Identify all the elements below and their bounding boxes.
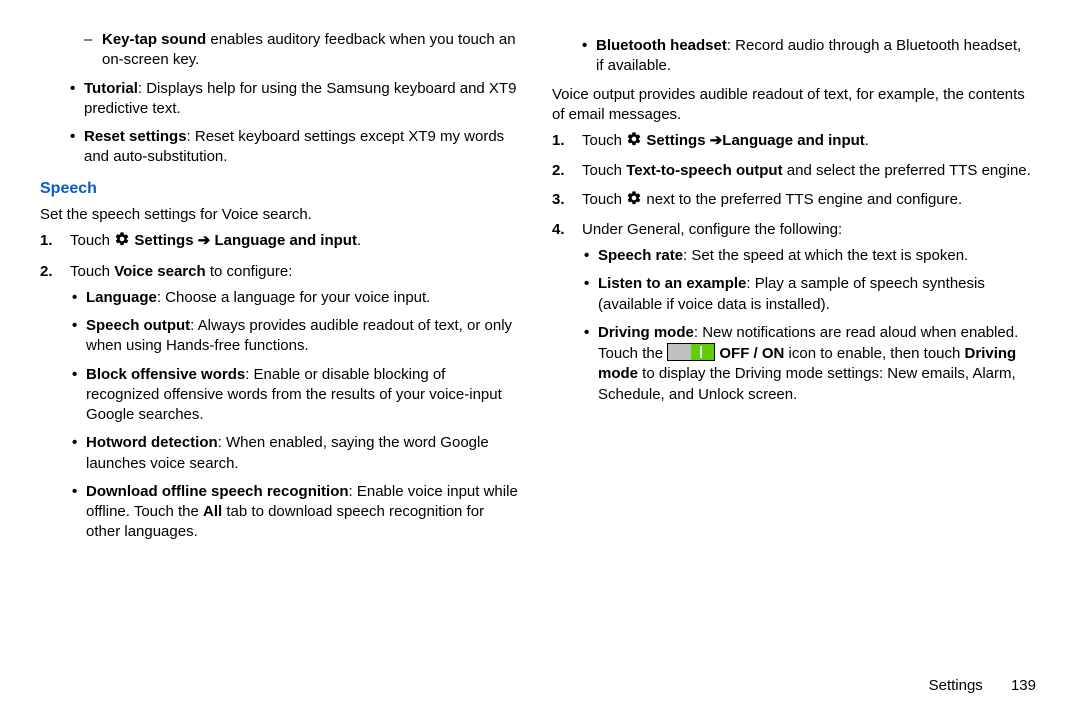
bullet-speech-rate: Speech rate: Set the speed at which the …: [582, 246, 1032, 266]
bullet-reset: Reset settings: Reset keyboard settings …: [68, 127, 520, 168]
bullet-listen-example: Listen to an example: Play a sample of s…: [582, 274, 1032, 315]
bullet-download-offline: Download offline speech recognition: Ena…: [70, 482, 520, 543]
text: Touch: [582, 162, 626, 179]
step-2: Touch Text-to-speech output and select t…: [552, 161, 1032, 181]
right-column: Bluetooth headset: Record audio through …: [552, 30, 1032, 551]
bullet-bluetooth: Bluetooth headset: Record audio through …: [580, 36, 1032, 77]
bold-label: Text-to-speech output: [626, 162, 782, 179]
text: to configure:: [206, 263, 293, 280]
text: .: [865, 132, 869, 149]
left-column: Key-tap sound enables auditory feedback …: [40, 30, 520, 551]
bold-label: Language: [86, 289, 157, 306]
numbered-steps-right: Touch Settings ➔Language and input. Touc…: [552, 131, 1032, 405]
step-1: Touch Settings ➔ Language and input.: [40, 231, 520, 253]
settings-gear-icon: [626, 131, 642, 153]
voice-output-intro: Voice output provides audible readout of…: [552, 85, 1032, 126]
step-4: Under General, configure the following: …: [552, 220, 1032, 405]
step-1: Touch Settings ➔Language and input.: [552, 131, 1032, 153]
text: and select the preferred TTS engine.: [783, 162, 1031, 179]
bold-label: Speech rate: [598, 247, 683, 264]
text: next to the preferred TTS engine and con…: [646, 191, 962, 208]
text: : Set the speed at which the text is spo…: [683, 247, 968, 264]
offon-label: OFF / ON: [715, 345, 784, 362]
step-2: Touch Voice search to configure: Languag…: [40, 262, 520, 543]
text: .: [357, 232, 361, 249]
dash-list: Key-tap sound enables auditory feedback …: [84, 30, 520, 71]
settings-path: Settings ➔Language and input: [646, 132, 864, 149]
bold-label: Key-tap sound: [102, 31, 206, 48]
text: Touch: [582, 191, 626, 208]
manual-page: Key-tap sound enables auditory feedback …: [0, 0, 1080, 720]
general-bullets: Speech rate: Set the speed at which the …: [582, 246, 1032, 405]
bold-label: Hotword detection: [86, 434, 218, 451]
bullet-speech-output: Speech output: Always provides audible r…: [70, 316, 520, 357]
text: to display the Driving mode settings: Ne…: [598, 365, 1016, 402]
bold-label: Speech output: [86, 317, 190, 334]
bullet-language: Language: Choose a language for your voi…: [70, 288, 520, 308]
page-footer: Settings 139: [929, 676, 1036, 696]
bold-label: Reset settings: [84, 128, 187, 145]
bullet-driving-mode: Driving mode: New notifications are read…: [582, 323, 1032, 405]
bold-label: Download offline speech recognition: [86, 483, 349, 500]
text: Touch: [582, 132, 626, 149]
footer-page-number: 139: [1011, 677, 1036, 694]
bullet-block-offensive: Block offensive words: Enable or disable…: [70, 365, 520, 426]
text: : Choose a language for your voice input…: [157, 289, 431, 306]
text: icon to enable, then touch: [784, 345, 964, 362]
bold-label: Tutorial: [84, 80, 138, 97]
bold-label: Listen to an example: [598, 275, 746, 292]
step-3: Touch next to the preferred TTS engine a…: [552, 190, 1032, 212]
footer-section: Settings: [929, 677, 983, 694]
section-intro: Set the speech settings for Voice search…: [40, 205, 520, 225]
settings-cog-icon: [626, 190, 642, 212]
settings-gear-icon: [114, 231, 130, 253]
settings-path: Settings ➔ Language and input: [134, 232, 357, 249]
text: : Displays help for using the Samsung ke…: [84, 80, 516, 117]
top-bullets-wrap: Tutorial: Displays help for using the Sa…: [40, 79, 520, 168]
right-top-bullets-wrap: Bluetooth headset: Record audio through …: [552, 36, 1032, 77]
two-column-layout: Key-tap sound enables auditory feedback …: [40, 30, 1040, 551]
bullet-list: Bluetooth headset: Record audio through …: [580, 36, 1032, 77]
section-title-speech: Speech: [40, 178, 520, 200]
bullet-tutorial: Tutorial: Displays help for using the Sa…: [68, 79, 520, 120]
bullet-hotword: Hotword detection: When enabled, saying …: [70, 433, 520, 474]
sub-dash-list-wrap: Key-tap sound enables auditory feedback …: [40, 30, 520, 71]
numbered-steps-left: Touch Settings ➔ Language and input. Tou…: [40, 231, 520, 542]
text: Touch: [70, 232, 114, 249]
bold-label: All: [203, 503, 222, 520]
bullet-list: Tutorial: Displays help for using the Sa…: [68, 79, 520, 168]
dash-item-keytap: Key-tap sound enables auditory feedback …: [84, 30, 520, 71]
off-on-toggle-icon: [667, 343, 715, 361]
bold-label: Driving mode: [598, 324, 694, 341]
text: Touch: [70, 263, 114, 280]
text: Under General, configure the following:: [582, 221, 842, 238]
bold-label: Block offensive words: [86, 366, 245, 383]
bold-label: Voice search: [114, 263, 205, 280]
bold-label: Bluetooth headset: [596, 37, 727, 54]
voice-search-bullets: Language: Choose a language for your voi…: [70, 288, 520, 543]
